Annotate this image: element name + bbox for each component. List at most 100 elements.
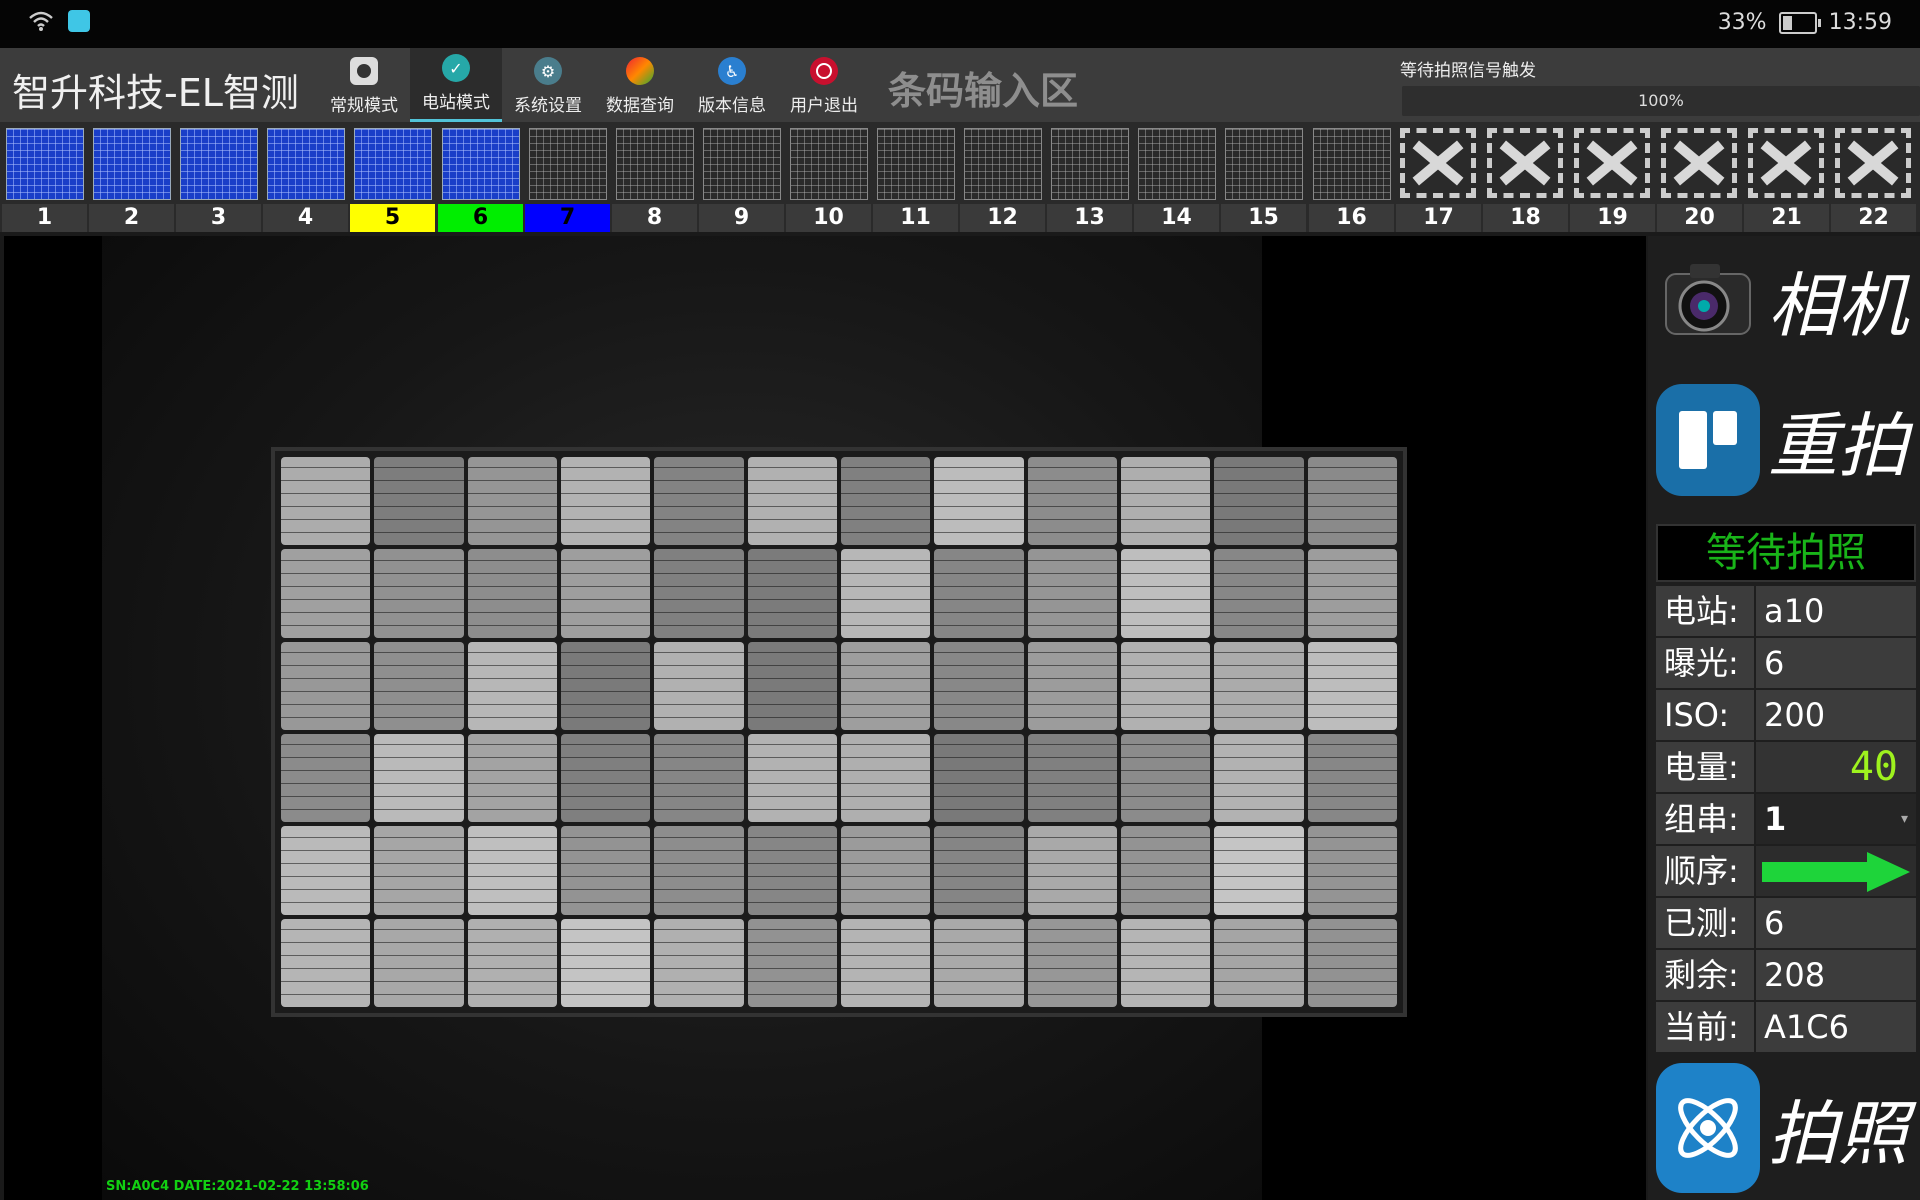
- barcode-input-area[interactable]: 条码输入区: [888, 60, 1078, 115]
- thumbnail-3[interactable]: [178, 126, 260, 202]
- exposure-row: 曝光: 6: [1656, 638, 1916, 688]
- thumbnail-4[interactable]: [265, 126, 347, 202]
- thumbnail-number[interactable]: 22: [1831, 204, 1916, 232]
- thumbnail-20[interactable]: [1659, 126, 1741, 202]
- thumbnail-number[interactable]: 15: [1221, 204, 1306, 232]
- current-label: 当前:: [1656, 1002, 1754, 1052]
- thumbnail-22[interactable]: [1833, 126, 1915, 202]
- thumbnail-number[interactable]: 12: [960, 204, 1045, 232]
- iso-value: 200: [1756, 690, 1916, 740]
- thumbnail-number[interactable]: 8: [612, 204, 697, 232]
- thumbnail-number[interactable]: 17: [1396, 204, 1481, 232]
- thumbnail-7[interactable]: [527, 126, 609, 202]
- string-row: 组串: 1 ▾: [1656, 794, 1916, 844]
- thumbnail-13[interactable]: [1049, 126, 1131, 202]
- thumbnail-12[interactable]: [962, 126, 1044, 202]
- panel-cell: [747, 918, 837, 1007]
- panel-cell: [934, 734, 1024, 823]
- thumbnail-number[interactable]: 10: [786, 204, 871, 232]
- thumbnail-8[interactable]: [614, 126, 696, 202]
- gear-icon: ⚙: [534, 57, 562, 85]
- panel-cells: [281, 457, 1397, 1007]
- thumbnail-number[interactable]: 14: [1134, 204, 1219, 232]
- panel-cell: [1307, 641, 1397, 730]
- el-image-viewer: SN:A0C4 DATE:2021-02-22 13:58:06: [4, 236, 1646, 1200]
- power-value: 40: [1756, 742, 1916, 792]
- thumbnail-number[interactable]: 5: [350, 204, 435, 232]
- panel-cell: [1121, 826, 1211, 915]
- menu-label: 用户退出: [790, 96, 858, 116]
- wifi-icon: [29, 11, 53, 31]
- thumbnail-10[interactable]: [788, 126, 870, 202]
- thumbnail-number[interactable]: 2: [89, 204, 174, 232]
- thumbnail-11[interactable]: [875, 126, 957, 202]
- chart-icon: [626, 57, 654, 85]
- book-app-icon: [68, 10, 90, 32]
- panel-cell: [654, 918, 744, 1007]
- menu-label: 版本信息: [698, 96, 766, 116]
- thumbnail-17[interactable]: [1398, 126, 1480, 202]
- panel-cell: [1121, 457, 1211, 546]
- menu-data-query[interactable]: 数据查询: [594, 48, 686, 122]
- app-title: 智升科技-EL智测: [12, 71, 299, 115]
- thumbnail-number[interactable]: 19: [1570, 204, 1655, 232]
- shield-icon: ✓: [442, 54, 470, 82]
- thumbnail-number[interactable]: 18: [1483, 204, 1568, 232]
- panel-cell: [281, 641, 371, 730]
- retake-button[interactable]: 重拍: [1656, 376, 1916, 504]
- menu-version-info[interactable]: ♿ 版本信息: [686, 48, 778, 122]
- panel-cell: [374, 734, 464, 823]
- empty-slot-x-icon: [1574, 128, 1650, 198]
- order-direction-button[interactable]: [1756, 846, 1916, 896]
- thumbnail-2[interactable]: [91, 126, 173, 202]
- menu-user-logout[interactable]: 用户退出: [778, 48, 870, 122]
- panel-cell: [841, 641, 931, 730]
- thumbnail-number[interactable]: 21: [1744, 204, 1829, 232]
- panel-thumbnail-image: [180, 128, 258, 200]
- tested-value: 6: [1756, 898, 1916, 948]
- menu-system-settings[interactable]: ⚙ 系统设置: [502, 48, 594, 122]
- panel-cell: [1214, 826, 1304, 915]
- thumbnail-number[interactable]: 7: [525, 204, 610, 232]
- thumbnail-9[interactable]: [701, 126, 783, 202]
- retake-icon: [1656, 384, 1760, 496]
- thumbnail-6[interactable]: [440, 126, 522, 202]
- panel-cell: [1307, 457, 1397, 546]
- thumbnail-number[interactable]: 6: [438, 204, 523, 232]
- thumbnail-number[interactable]: 13: [1047, 204, 1132, 232]
- thumbnail-number[interactable]: 9: [699, 204, 784, 232]
- thumbnail-14[interactable]: [1136, 126, 1218, 202]
- thumbnail-19[interactable]: [1572, 126, 1654, 202]
- thumbnail-number[interactable]: 1: [2, 204, 87, 232]
- menu-normal-mode[interactable]: 常规模式: [318, 48, 410, 122]
- camera-icon: [1656, 244, 1760, 356]
- panel-cell: [1027, 457, 1117, 546]
- string-select[interactable]: 1 ▾: [1756, 794, 1916, 844]
- menu-station-mode[interactable]: ✓ 电站模式: [410, 48, 502, 122]
- thumbnail-1[interactable]: [4, 126, 86, 202]
- menu-label: 电站模式: [422, 93, 490, 113]
- tested-label: 已测:: [1656, 898, 1754, 948]
- thumbnail-18[interactable]: [1485, 126, 1567, 202]
- panel-thumbnail-image: [6, 128, 84, 200]
- thumbnail-15[interactable]: [1223, 126, 1305, 202]
- panel-thumbnail-image: [442, 128, 520, 200]
- thumbnail-number[interactable]: 3: [176, 204, 261, 232]
- panel-thumbnail-image: [1313, 128, 1391, 200]
- thumbnail-5[interactable]: [352, 126, 434, 202]
- shoot-button[interactable]: 拍照: [1656, 1060, 1916, 1196]
- thumbnail-16[interactable]: [1311, 126, 1393, 202]
- trigger-status-text: 等待拍照信号触发: [1400, 61, 1536, 81]
- thumbnail-number[interactable]: 4: [263, 204, 348, 232]
- panel-cell: [654, 549, 744, 638]
- panel-cell: [747, 734, 837, 823]
- shoot-label: 拍照: [1768, 1092, 1908, 1175]
- panel-cell: [747, 457, 837, 546]
- thumbnail-21[interactable]: [1746, 126, 1828, 202]
- panel-cell: [561, 549, 651, 638]
- thumbnail-number[interactable]: 16: [1309, 204, 1394, 232]
- panel-cell: [561, 918, 651, 1007]
- thumbnail-number[interactable]: 11: [873, 204, 958, 232]
- camera-button[interactable]: 相机: [1656, 236, 1916, 364]
- thumbnail-number[interactable]: 20: [1657, 204, 1742, 232]
